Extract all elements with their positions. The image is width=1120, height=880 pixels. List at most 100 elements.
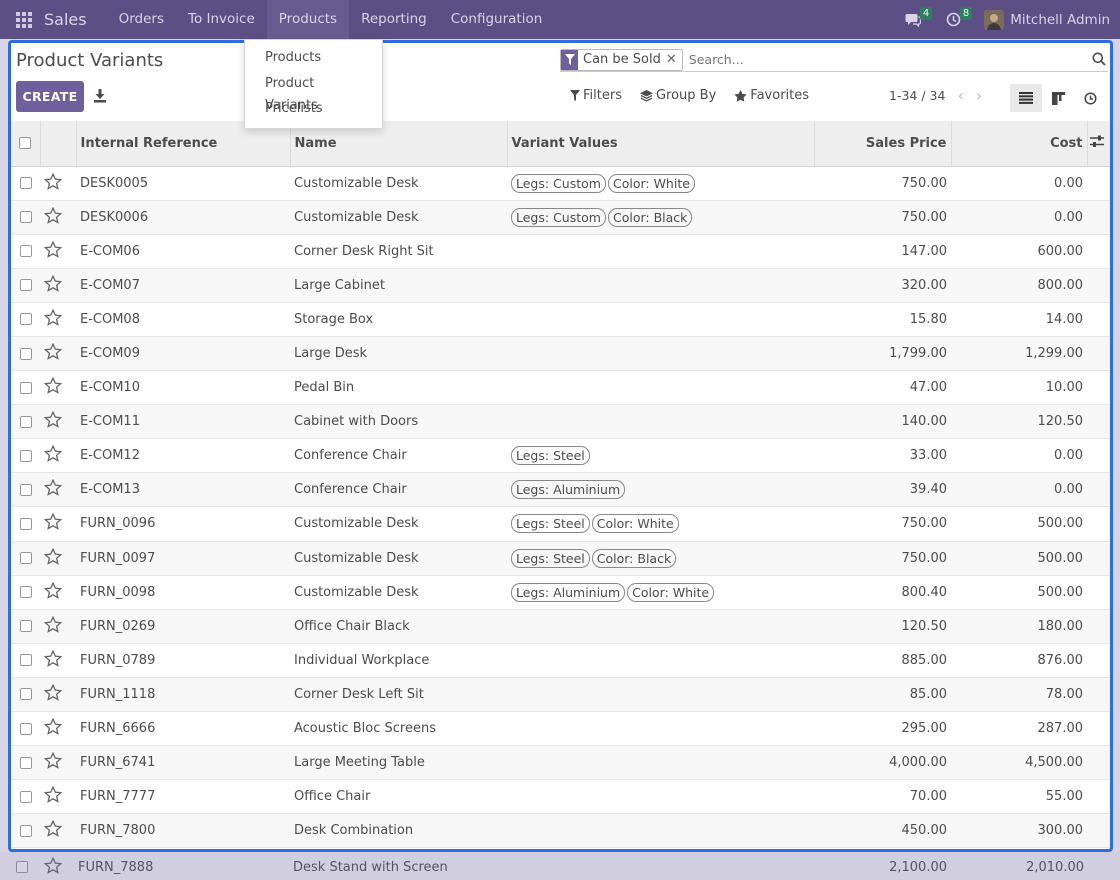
- row-internal-reference: DESK0005: [76, 166, 290, 201]
- star-icon[interactable]: [43, 717, 63, 739]
- row-checkbox[interactable]: [11, 813, 40, 849]
- row-checkbox[interactable]: [16, 860, 30, 875]
- row-checkbox[interactable]: [11, 166, 40, 201]
- activity-view-button[interactable]: [1074, 84, 1106, 112]
- table-row[interactable]: E-COM09 Large Desk 1,799.00 1,299.00: [11, 336, 1110, 372]
- star-icon[interactable]: [43, 410, 63, 432]
- table-row[interactable]: E-COM12 Conference Chair Legs: Steel 33.00 0…: [11, 438, 1110, 474]
- table-row[interactable]: FURN_0096 Customizable Desk Legs: Steel Col…: [11, 506, 1110, 542]
- row-checkbox[interactable]: [11, 609, 40, 644]
- table-row[interactable]: FURN_7800 Desk Combination 450.00 300.00: [11, 813, 1110, 849]
- star-icon[interactable]: [43, 751, 63, 773]
- optional-columns-toggle[interactable]: [1087, 121, 1110, 167]
- menu-to-invoice[interactable]: To Invoice: [176, 0, 267, 39]
- row-name: Office Chair Black: [290, 609, 507, 644]
- star-icon[interactable]: [43, 785, 63, 807]
- star-icon[interactable]: [43, 308, 63, 330]
- row-checkbox[interactable]: [11, 575, 40, 610]
- star-icon[interactable]: [43, 683, 63, 705]
- column-header-cost[interactable]: Cost: [951, 121, 1088, 167]
- table-row[interactable]: FURN_6666 Acoustic Bloc Screens 295.00 287.…: [11, 711, 1110, 747]
- row-checkbox[interactable]: [11, 643, 40, 678]
- group-by-button[interactable]: Group By: [639, 88, 716, 103]
- dropdown-item-products[interactable]: Products: [245, 47, 382, 73]
- row-checkbox[interactable]: [11, 677, 40, 713]
- row-checkbox[interactable]: [11, 711, 40, 747]
- table-row[interactable]: FURN_6741 Large Meeting Table 4,000.00 4,50…: [11, 745, 1110, 781]
- row-checkbox[interactable]: [11, 370, 40, 406]
- menu-configuration[interactable]: Configuration: [439, 0, 555, 39]
- column-header-sales-price[interactable]: Sales Price: [814, 121, 952, 167]
- table-row[interactable]: E-COM07 Large Cabinet 320.00 800.00: [11, 268, 1110, 303]
- star-icon[interactable]: [43, 479, 63, 500]
- table-row[interactable]: E-COM13 Conference Chair Legs: Aluminium 39…: [11, 472, 1110, 508]
- row-checkbox[interactable]: [11, 745, 40, 781]
- row-name: Cabinet with Doors: [290, 404, 507, 440]
- search-facet[interactable]: Can be Sold ✕: [560, 48, 683, 71]
- row-checkbox[interactable]: [11, 268, 40, 303]
- table-row[interactable]: E-COM11 Cabinet with Doors 140.00 120.50: [11, 404, 1110, 440]
- close-icon[interactable]: ✕: [666, 50, 677, 70]
- table-row[interactable]: FURN_1118 Corner Desk Left Sit 85.00 78.00: [11, 677, 1110, 713]
- list-view-button[interactable]: [1010, 84, 1042, 112]
- star-icon[interactable]: [43, 649, 63, 671]
- table-row[interactable]: FURN_0269 Office Chair Black 120.50 180.00: [11, 609, 1110, 644]
- star-icon[interactable]: [43, 172, 63, 194]
- table-row[interactable]: E-COM08 Storage Box 15.80 14.00: [11, 302, 1110, 337]
- dropdown-item-pricelists[interactable]: Pricelists: [245, 98, 382, 124]
- search-input[interactable]: [688, 52, 1108, 67]
- star-icon[interactable]: [43, 513, 63, 534]
- table-row[interactable]: FURN_7777 Office Chair 70.00 55.00: [11, 779, 1110, 815]
- row-checkbox[interactable]: [11, 438, 40, 474]
- star-icon[interactable]: [43, 581, 63, 603]
- user-menu[interactable]: Mitchell Admin: [984, 9, 1110, 30]
- app-brand[interactable]: Sales: [44, 10, 87, 29]
- table-row[interactable]: DESK0006 Customizable Desk Legs: Custom Col…: [11, 200, 1110, 235]
- pager-value[interactable]: 1-34 / 34: [889, 88, 945, 103]
- chevron-left-icon[interactable]: ‹: [957, 87, 963, 103]
- star-icon[interactable]: [43, 547, 63, 569]
- row-sales-price: 147.00: [814, 234, 951, 269]
- star-icon[interactable]: [43, 274, 63, 296]
- table-row[interactable]: E-COM06 Corner Desk Right Sit 147.00 600.00: [11, 234, 1110, 269]
- column-header-variant-values[interactable]: Variant Values: [507, 121, 815, 167]
- star-icon[interactable]: [43, 342, 63, 364]
- kanban-view-button[interactable]: [1042, 84, 1074, 112]
- star-icon[interactable]: [43, 240, 63, 262]
- select-all-checkbox[interactable]: [11, 121, 41, 167]
- table-row[interactable]: FURN_0097 Customizable Desk Legs: Steel Col…: [11, 541, 1110, 576]
- row-checkbox[interactable]: [11, 200, 40, 235]
- menu-reporting[interactable]: Reporting: [349, 0, 439, 39]
- menu-products[interactable]: Products: [266, 0, 350, 39]
- download-icon[interactable]: [93, 88, 107, 104]
- row-checkbox[interactable]: [11, 506, 40, 542]
- row-checkbox[interactable]: [11, 779, 40, 815]
- row-checkbox[interactable]: [11, 404, 40, 440]
- apps-menu-icon[interactable]: [6, 0, 42, 39]
- dropdown-item-product-variants[interactable]: Product Variants: [245, 73, 382, 113]
- table-row[interactable]: FURN_0098 Customizable Desk Legs: Aluminiu…: [11, 575, 1110, 610]
- table-row[interactable]: E-COM10 Pedal Bin 47.00 10.00: [11, 370, 1110, 406]
- search-icon[interactable]: [1092, 52, 1106, 66]
- row-checkbox[interactable]: [11, 336, 40, 372]
- menu-orders[interactable]: Orders: [107, 0, 176, 39]
- favorites-button[interactable]: Favorites: [734, 88, 809, 103]
- activities-button[interactable]: 8: [938, 0, 973, 39]
- star-icon[interactable]: [43, 819, 63, 841]
- star-icon[interactable]: [43, 615, 63, 637]
- table-row[interactable]: FURN_7888 Desk Stand with Screen 2,100.0…: [0, 852, 1120, 880]
- row-checkbox[interactable]: [11, 302, 40, 337]
- row-checkbox[interactable]: [11, 234, 40, 269]
- star-icon[interactable]: [43, 376, 63, 398]
- star-icon[interactable]: [43, 856, 63, 878]
- table-row[interactable]: FURN_0789 Individual Workplace 885.00 876.0…: [11, 643, 1110, 678]
- row-checkbox[interactable]: [11, 472, 40, 508]
- star-icon[interactable]: [43, 444, 63, 466]
- messages-button[interactable]: 4: [898, 0, 933, 39]
- filters-button[interactable]: Filters: [570, 88, 622, 103]
- star-icon[interactable]: [43, 206, 63, 228]
- row-checkbox[interactable]: [11, 541, 40, 576]
- table-row[interactable]: DESK0005 Customizable Desk Legs: Custom Col…: [11, 166, 1110, 201]
- chevron-right-icon[interactable]: ›: [976, 87, 982, 103]
- create-button[interactable]: CREATE: [16, 81, 84, 112]
